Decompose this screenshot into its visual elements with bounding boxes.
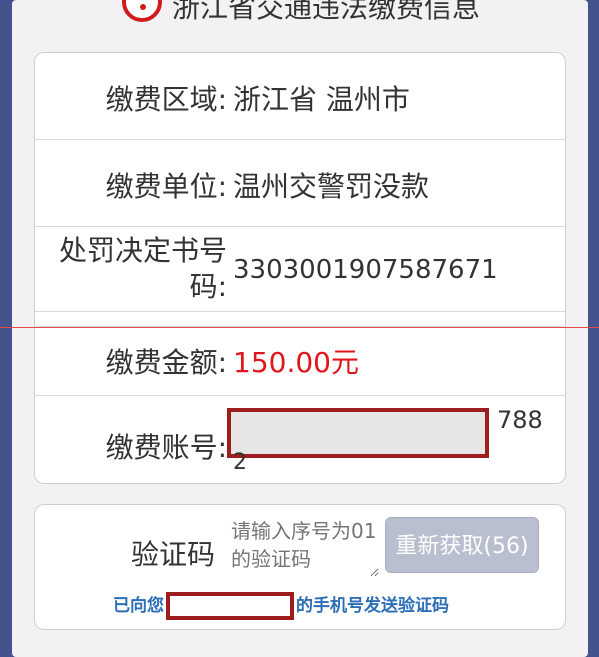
decision-label-line1: 处罚决定书号 xyxy=(58,234,227,267)
unit-row: 缴费单位: 温州交警罚没款 xyxy=(35,140,565,227)
decision-number-label: 处罚决定书号 码: xyxy=(35,233,227,305)
account-redaction xyxy=(227,408,489,458)
account-label: 缴费账号: xyxy=(105,431,227,464)
payment-dialog: 浙江省交通违法缴费信息 缴费区域: 浙江省 温州市 缴费单位: 温州交警罚没款 … xyxy=(12,0,588,657)
decision-label-line2: 码: xyxy=(189,270,227,303)
account-tail: 788 xyxy=(497,406,543,434)
left-backdrop xyxy=(0,0,12,657)
region-label: 缴费区域: xyxy=(105,83,227,116)
phone-redaction xyxy=(166,592,294,620)
police-logo-icon xyxy=(122,0,162,22)
resend-code-button[interactable]: 重新获取(56) xyxy=(385,517,539,573)
region-row: 缴费区域: 浙江省 温州市 xyxy=(35,53,565,140)
sms-sent-suffix: 的手机号发送验证码 xyxy=(296,596,449,616)
verify-code-input[interactable] xyxy=(231,517,379,577)
payment-info-card: 缴费区域: 浙江省 温州市 缴费单位: 温州交警罚没款 处罚决定书号 码: 33… xyxy=(34,52,566,484)
dialog-header: 浙江省交通违法缴费信息 xyxy=(12,0,588,22)
amount-label: 缴费金额: xyxy=(105,346,227,379)
decision-number-row: 处罚决定书号 码: 3303001907587671 xyxy=(35,227,565,312)
sms-sent-prefix: 已向您 xyxy=(113,596,164,616)
row-divider xyxy=(35,312,565,327)
region-value: 浙江省 温州市 xyxy=(233,83,410,116)
verification-card: 验证码 重新获取(56) 已向您 的手机号发送验证码 xyxy=(34,504,566,630)
sms-sent-message: 已向您 的手机号发送验证码 xyxy=(113,591,449,620)
amount-value: 150.00元 xyxy=(233,346,359,379)
decision-number-value: 3303001907587671 xyxy=(233,255,498,285)
unit-label: 缴费单位: xyxy=(105,170,227,203)
annotation-line xyxy=(0,327,599,328)
unit-value: 温州交警罚没款 xyxy=(233,170,430,203)
right-backdrop xyxy=(587,0,599,657)
account-wrap: 2 xyxy=(233,450,247,475)
amount-row: 缴费金额: 150.00元 xyxy=(35,327,565,396)
verify-code-label: 验证码 xyxy=(131,538,216,571)
dialog-title: 浙江省交通违法缴费信息 xyxy=(172,0,481,22)
account-row: 缴费账号: 788 2 xyxy=(35,396,565,482)
